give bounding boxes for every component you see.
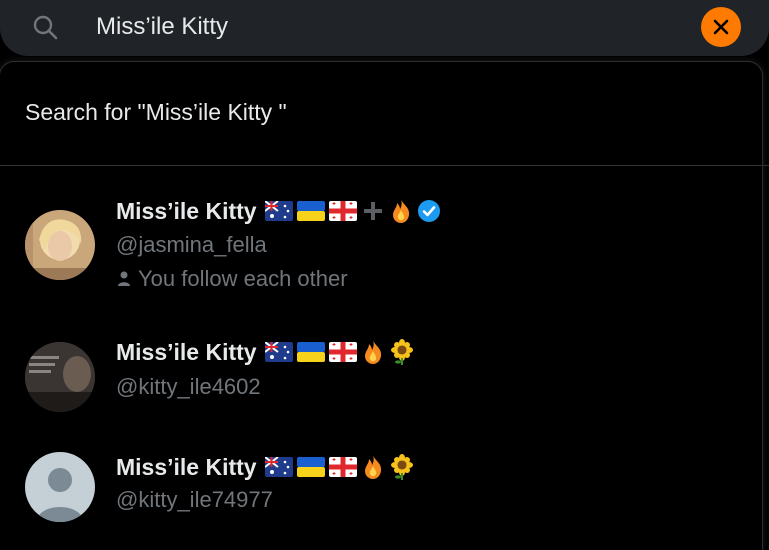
avatar	[25, 210, 95, 280]
display-name: Miss’ile Kitty	[116, 453, 257, 480]
user-result[interactable]: Miss’ile Kitty	[0, 330, 762, 430]
default-avatar-icon	[25, 452, 95, 522]
close-icon	[713, 19, 729, 35]
verified-badge-icon	[417, 200, 440, 222]
australia-flag-icon	[264, 201, 293, 221]
search-icon	[30, 12, 60, 42]
search-for-option[interactable]: Search for "Miss’ile Kitty "	[0, 62, 762, 165]
person-icon	[118, 271, 130, 286]
ukraine-flag-icon	[296, 342, 325, 362]
georgia-flag-icon	[328, 457, 357, 477]
user-handle: @kitty_ile74977	[116, 487, 273, 512]
fire-icon	[392, 199, 409, 223]
georgia-flag-icon	[328, 342, 357, 362]
sunflower-icon	[390, 339, 413, 365]
fire-icon	[364, 455, 381, 479]
australia-flag-icon	[264, 342, 293, 362]
user-result[interactable]: Miss’ile Kitty	[0, 188, 762, 308]
user-handle: @kitty_ile4602	[116, 374, 261, 399]
ukraine-flag-icon	[296, 201, 325, 221]
georgia-flag-icon	[328, 201, 357, 221]
plus-icon	[363, 202, 382, 220]
name-emojis	[264, 339, 415, 365]
social-context: You follow each other	[116, 266, 348, 292]
ukraine-flag-icon	[296, 457, 325, 477]
divider	[0, 165, 769, 166]
search-input[interactable]	[96, 8, 656, 46]
search-bar	[0, 0, 769, 56]
search-dropdown: Search for "Miss’ile Kitty " Miss’ile Ki…	[0, 62, 769, 550]
social-context-text: You follow each other	[138, 266, 348, 291]
clear-search-button[interactable]	[701, 7, 741, 47]
result-name-line: Miss’ile Kitty	[116, 337, 415, 367]
name-emojis	[264, 198, 441, 224]
user-result[interactable]: Miss’ile Kitty	[0, 440, 762, 550]
search-for-label: Search for "Miss’ile Kitty "	[25, 99, 287, 125]
sunflower-icon	[390, 454, 413, 480]
result-name-line: Miss’ile Kitty	[116, 196, 441, 226]
user-handle: @jasmina_fella	[116, 232, 267, 257]
australia-flag-icon	[264, 457, 293, 477]
result-name-line: Miss’ile Kitty	[116, 452, 415, 482]
name-emojis	[264, 454, 415, 480]
fire-icon	[364, 340, 381, 364]
avatar	[25, 342, 95, 412]
display-name: Miss’ile Kitty	[116, 197, 257, 224]
avatar	[25, 452, 95, 522]
display-name: Miss’ile Kitty	[116, 338, 257, 365]
